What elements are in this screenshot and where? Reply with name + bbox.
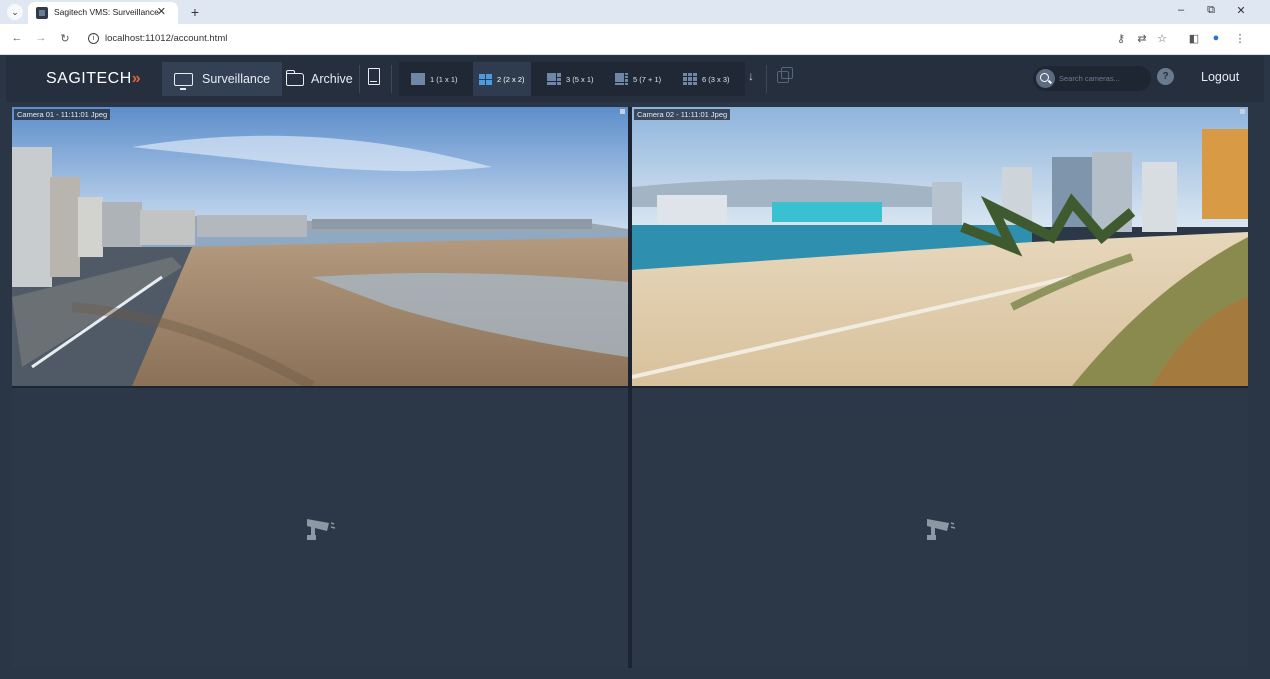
brand-logo[interactable]: SAGITECH»	[46, 70, 141, 88]
favicon-icon	[36, 7, 48, 19]
search-icon[interactable]	[1036, 69, 1055, 88]
restore-icon[interactable]: ⧉	[1201, 4, 1221, 17]
logout-button[interactable]: Logout	[1201, 70, 1239, 84]
bookmark-star-icon[interactable]: ☆	[1154, 32, 1170, 45]
layout-3x3-button[interactable]: 6 (3 x 3)	[677, 62, 736, 96]
download-arrow-icon[interactable]: ↓	[748, 69, 754, 83]
camera-tile-4-empty[interactable]	[632, 388, 1248, 668]
browser-tab[interactable]: Sagitech VMS: Surveillance ✕	[28, 2, 178, 24]
monitor-icon	[174, 72, 193, 90]
brand-name: SAGITECH	[46, 70, 132, 87]
url-field[interactable]: i localhost:11012/account.html	[82, 29, 1088, 49]
window-close-icon[interactable]: ✕	[1231, 4, 1251, 17]
camera-label: Camera 01 - 11:11:01 Jpeg	[14, 109, 111, 120]
camera-label: Camera 02 - 11:11:01 Jpeg	[634, 109, 731, 120]
layout-5x1-icon	[547, 73, 561, 85]
browser-menu-icon[interactable]: ⋮	[1232, 32, 1248, 45]
tab-title: Sagitech VMS: Surveillance	[54, 7, 159, 17]
tab-close-icon[interactable]: ✕	[157, 5, 166, 18]
layout-label: 5 (7 + 1)	[633, 74, 662, 84]
nav-surveillance-label: Surveillance	[202, 72, 271, 86]
app-header: SAGITECH» Surveillance Archive 1 (1 x 1)…	[6, 56, 1264, 102]
site-info-icon[interactable]: i	[88, 33, 99, 44]
layout-2x2-button[interactable]: 2 (2 x 2)	[473, 62, 531, 96]
browser-tab-bar: ⌄ Sagitech VMS: Surveillance ✕ + – ⧉ ✕	[0, 0, 1270, 24]
camera-tile-3-empty[interactable]	[12, 388, 628, 668]
browser-address-bar: ← → ↻ i localhost:11012/account.html ⚷ ⇄…	[0, 24, 1270, 55]
tab-list-chevron-icon[interactable]: ⌄	[7, 4, 23, 20]
nav-archive[interactable]: Archive	[274, 62, 365, 96]
divider	[391, 65, 392, 93]
help-icon[interactable]: ?	[1157, 68, 1174, 85]
layout-label: 1 (1 x 1)	[430, 74, 458, 84]
forward-arrow-icon[interactable]: →	[34, 32, 48, 44]
layout-3x3-icon	[683, 73, 697, 85]
layout-label: 6 (3 x 3)	[702, 74, 730, 84]
layout-2x2-icon	[479, 73, 492, 85]
nav-archive-label: Archive	[311, 72, 353, 86]
camera-tile-2[interactable]: Camera 02 - 11:11:01 Jpeg	[632, 107, 1248, 386]
divider	[766, 65, 767, 93]
layout-7plus1-button[interactable]: 5 (7 + 1)	[609, 62, 667, 96]
layout-selector: 1 (1 x 1) 2 (2 x 2) 3 (5 x 1) 5 (7 + 1) …	[399, 62, 745, 96]
brand-mark-icon: »	[131, 70, 142, 87]
layout-7plus1-icon	[615, 72, 628, 86]
cctv-camera-icon	[927, 519, 956, 540]
camera-search	[1033, 66, 1151, 91]
cctv-camera-icon	[307, 519, 336, 540]
layout-label: 2 (2 x 2)	[497, 74, 525, 84]
layout-1x1-button[interactable]: 1 (1 x 1)	[405, 62, 464, 96]
new-tab-button[interactable]: +	[186, 3, 204, 21]
camera-grid: Camera 01 - 11:11:01 Jpeg Camera 02 - 11…	[12, 107, 1248, 668]
minimize-icon[interactable]: –	[1171, 4, 1191, 16]
camera-2-feed	[632, 107, 1248, 386]
reload-icon[interactable]: ↻	[58, 32, 72, 45]
camera-tile-1[interactable]: Camera 01 - 11:11:01 Jpeg	[12, 107, 628, 386]
layout-5x1-button[interactable]: 3 (5 x 1)	[541, 62, 600, 96]
camera-menu-icon[interactable]	[620, 109, 625, 114]
translate-icon[interactable]: ⇄	[1134, 32, 1150, 45]
folder-icon	[285, 69, 304, 86]
popout-window-icon[interactable]	[777, 67, 793, 83]
back-arrow-icon[interactable]: ←	[10, 32, 24, 44]
layout-label: 3 (5 x 1)	[566, 74, 594, 84]
book-icon[interactable]	[368, 68, 380, 85]
layout-1x1-icon	[411, 73, 425, 85]
profile-avatar-icon[interactable]: ●	[1208, 32, 1224, 44]
camera-1-feed	[12, 107, 628, 386]
url-text: localhost:11012/account.html	[105, 33, 228, 44]
nav-surveillance[interactable]: Surveillance	[162, 62, 283, 96]
side-panel-icon[interactable]: ◧	[1186, 32, 1202, 45]
camera-menu-icon[interactable]	[1240, 109, 1245, 114]
divider	[359, 65, 360, 93]
search-input[interactable]	[1059, 69, 1145, 88]
password-key-icon[interactable]: ⚷	[1113, 32, 1129, 45]
